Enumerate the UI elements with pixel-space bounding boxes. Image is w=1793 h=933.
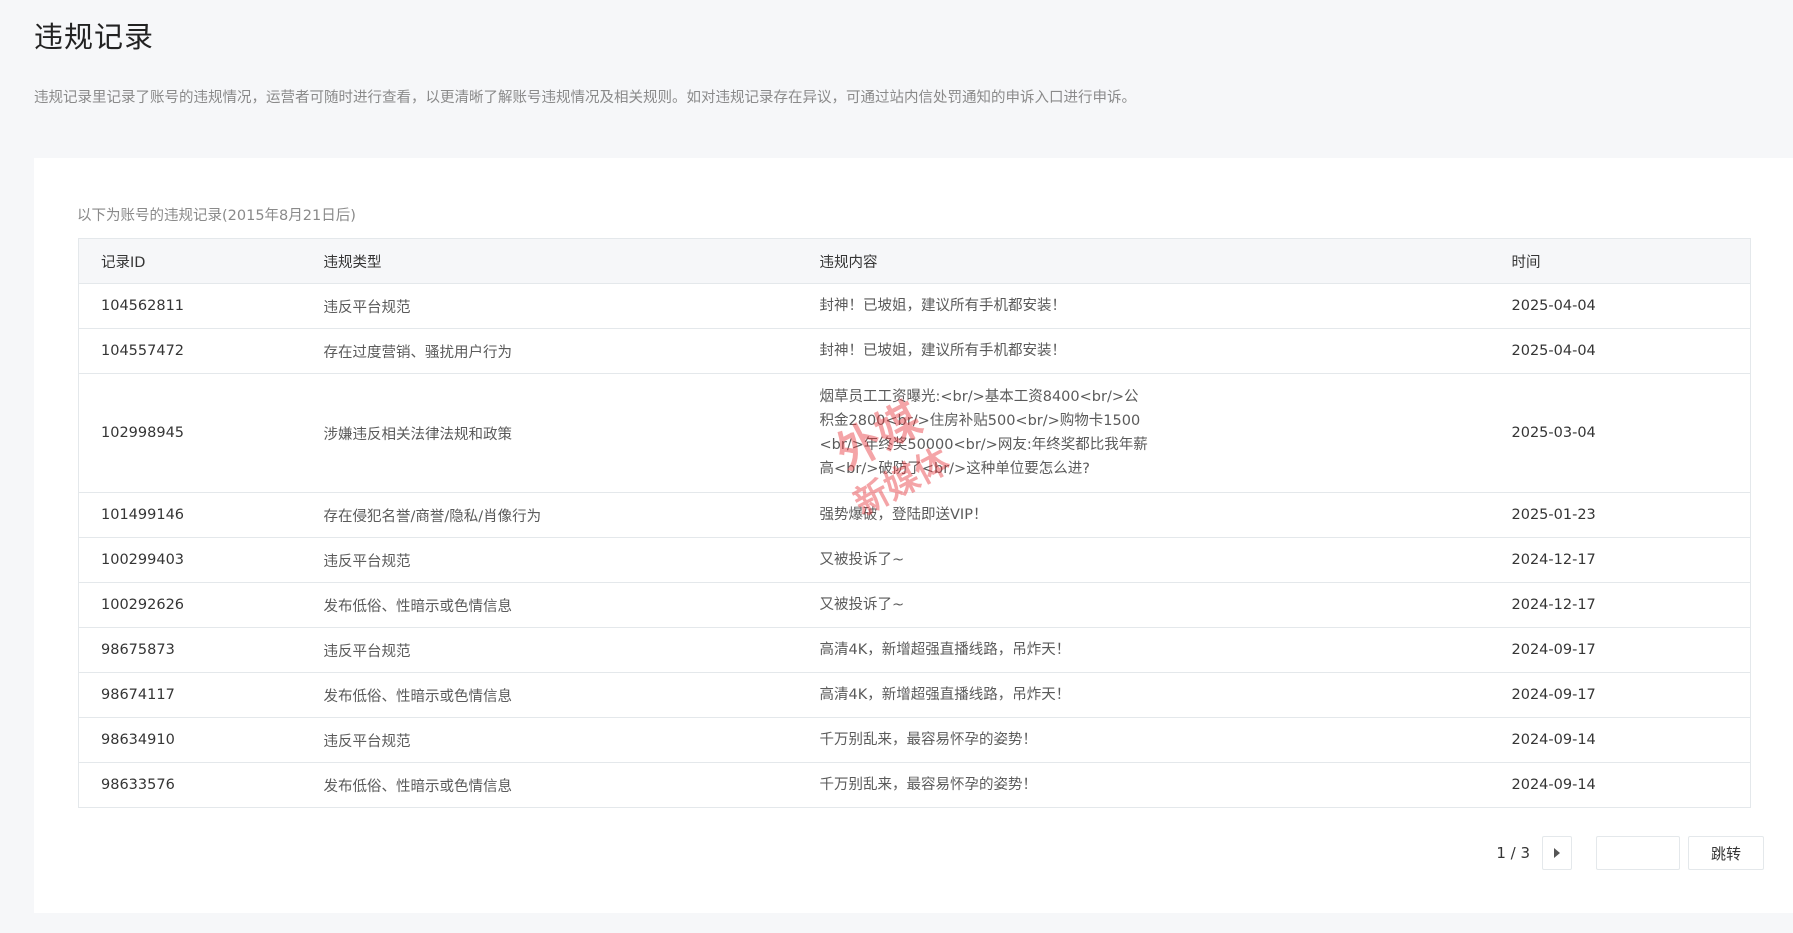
record-content-text: 烟草员工工资曝光:<br/>基本工资8400<br/>公积金2800<br/>住… bbox=[819, 389, 1148, 477]
record-content-text: 千万别乱来，最容易怀孕的姿势！ bbox=[819, 777, 1038, 793]
record-time: 2024-12-17 bbox=[1489, 537, 1751, 583]
record-content: 封神！已坡姐，建议所有手机都安装！ bbox=[797, 328, 1490, 374]
col-header-id: 记录ID bbox=[78, 238, 302, 284]
record-content: 封神！已坡姐，建议所有手机都安装！ bbox=[797, 283, 1490, 329]
record-content: 又被投诉了~ bbox=[797, 537, 1490, 583]
record-content: 高清4K，新增超强直播线路，吊炸天！ bbox=[797, 627, 1490, 673]
record-content-text: 封神！已坡姐，建议所有手机都安装！ bbox=[819, 343, 1067, 359]
record-content: 又被投诉了~ bbox=[797, 582, 1490, 628]
record-content: 烟草员工工资曝光:<br/>基本工资8400<br/>公积金2800<br/>住… bbox=[797, 373, 1490, 493]
record-content: 高清4K，新增超强直播线路，吊炸天！ bbox=[797, 672, 1490, 718]
table-row: 98675873 违反平台规范 高清4K，新增超强直播线路，吊炸天！ 2024-… bbox=[78, 627, 1751, 673]
records-caption: 以下为账号的违规记录(2015年8月21日后) bbox=[77, 208, 356, 224]
table-row: 100292626 发布低俗、性暗示或色情信息 又被投诉了~ 2024-12-1… bbox=[78, 582, 1751, 628]
record-content-text: 又被投诉了~ bbox=[819, 552, 905, 568]
record-type: 涉嫌违反相关法律法规和政策 bbox=[301, 373, 798, 493]
next-page-button[interactable] bbox=[1542, 836, 1572, 870]
record-content-text: 强势爆破，登陆即送VIP！ bbox=[819, 507, 988, 523]
record-time: 2025-04-04 bbox=[1489, 328, 1751, 374]
record-type: 违反平台规范 bbox=[301, 537, 798, 583]
record-content-text: 封神！已坡姐，建议所有手机都安装！ bbox=[819, 298, 1067, 314]
records-card: 以下为账号的违规记录(2015年8月21日后) 记录ID 违规类型 违规内容 时… bbox=[34, 158, 1793, 913]
table-header-row: 记录ID 违规类型 违规内容 时间 bbox=[78, 238, 1751, 284]
record-id: 104557472 bbox=[78, 328, 302, 374]
record-id: 100292626 bbox=[78, 582, 302, 628]
col-header-content: 违规内容 bbox=[797, 238, 1490, 284]
caret-right-icon bbox=[1554, 848, 1560, 858]
record-time: 2024-09-14 bbox=[1489, 762, 1751, 808]
record-content: 千万别乱来，最容易怀孕的姿势！ bbox=[797, 717, 1490, 763]
record-time: 2025-04-04 bbox=[1489, 283, 1751, 329]
record-time: 2024-09-14 bbox=[1489, 717, 1751, 763]
record-id: 98674117 bbox=[78, 672, 302, 718]
record-time: 2025-03-04 bbox=[1489, 373, 1751, 493]
page-intro: 违规记录里记录了账号的违规情况，运营者可随时进行查看，以更清晰了解账号违规情况及… bbox=[34, 90, 1136, 106]
record-id: 98633576 bbox=[78, 762, 302, 808]
record-id: 101499146 bbox=[78, 492, 302, 538]
record-time: 2024-09-17 bbox=[1489, 627, 1751, 673]
table-row: 98674117 发布低俗、性暗示或色情信息 高清4K，新增超强直播线路，吊炸天… bbox=[78, 672, 1751, 718]
record-content-text: 高清4K，新增超强直播线路，吊炸天！ bbox=[819, 642, 1071, 658]
record-content-text: 又被投诉了~ bbox=[819, 597, 905, 613]
table-row: 104557472 存在过度营销、骚扰用户行为 封神！已坡姐，建议所有手机都安装… bbox=[78, 328, 1751, 374]
record-id: 98675873 bbox=[78, 627, 302, 673]
records-table: 记录ID 违规类型 违规内容 时间 104562811 违反平台规范 封神！已坡… bbox=[78, 238, 1751, 808]
jump-button[interactable]: 跳转 bbox=[1688, 836, 1764, 870]
col-header-type: 违规类型 bbox=[301, 238, 798, 284]
record-type: 发布低俗、性暗示或色情信息 bbox=[301, 672, 798, 718]
record-type: 存在侵犯名誉/商誉/隐私/肖像行为 bbox=[301, 492, 798, 538]
record-content: 强势爆破，登陆即送VIP！ bbox=[797, 492, 1490, 538]
record-time: 2024-12-17 bbox=[1489, 582, 1751, 628]
record-id: 98634910 bbox=[78, 717, 302, 763]
record-time: 2024-09-17 bbox=[1489, 672, 1751, 718]
table-row: 100299403 违反平台规范 又被投诉了~ 2024-12-17 bbox=[78, 537, 1751, 583]
table-row: 104562811 违反平台规范 封神！已坡姐，建议所有手机都安装！ 2025-… bbox=[78, 283, 1751, 329]
record-type: 发布低俗、性暗示或色情信息 bbox=[301, 582, 798, 628]
record-content: 千万别乱来，最容易怀孕的姿势！ bbox=[797, 762, 1490, 808]
page-title: 违规记录 bbox=[34, 20, 155, 54]
record-time: 2025-01-23 bbox=[1489, 492, 1751, 538]
record-type: 违反平台规范 bbox=[301, 283, 798, 329]
pagination: 1 / 3 跳转 bbox=[1496, 835, 1764, 871]
record-type: 发布低俗、性暗示或色情信息 bbox=[301, 762, 798, 808]
record-content-text: 高清4K，新增超强直播线路，吊炸天！ bbox=[819, 687, 1071, 703]
record-content-text: 千万别乱来，最容易怀孕的姿势！ bbox=[819, 732, 1038, 748]
col-header-time: 时间 bbox=[1489, 238, 1751, 284]
table-row: 98634910 违反平台规范 千万别乱来，最容易怀孕的姿势！ 2024-09-… bbox=[78, 717, 1751, 763]
record-type: 违反平台规范 bbox=[301, 717, 798, 763]
page-indicator: 1 / 3 bbox=[1496, 844, 1530, 862]
table-row: 98633576 发布低俗、性暗示或色情信息 千万别乱来，最容易怀孕的姿势！ 2… bbox=[78, 762, 1751, 808]
record-type: 存在过度营销、骚扰用户行为 bbox=[301, 328, 798, 374]
table-row: 101499146 存在侵犯名誉/商誉/隐私/肖像行为 强势爆破，登陆即送VIP… bbox=[78, 492, 1751, 538]
record-id: 102998945 bbox=[78, 373, 302, 493]
record-id: 104562811 bbox=[78, 283, 302, 329]
table-row: 102998945 涉嫌违反相关法律法规和政策 烟草员工工资曝光:<br/>基本… bbox=[78, 373, 1751, 493]
record-type: 违反平台规范 bbox=[301, 627, 798, 673]
page-number-input[interactable] bbox=[1596, 836, 1680, 870]
record-id: 100299403 bbox=[78, 537, 302, 583]
